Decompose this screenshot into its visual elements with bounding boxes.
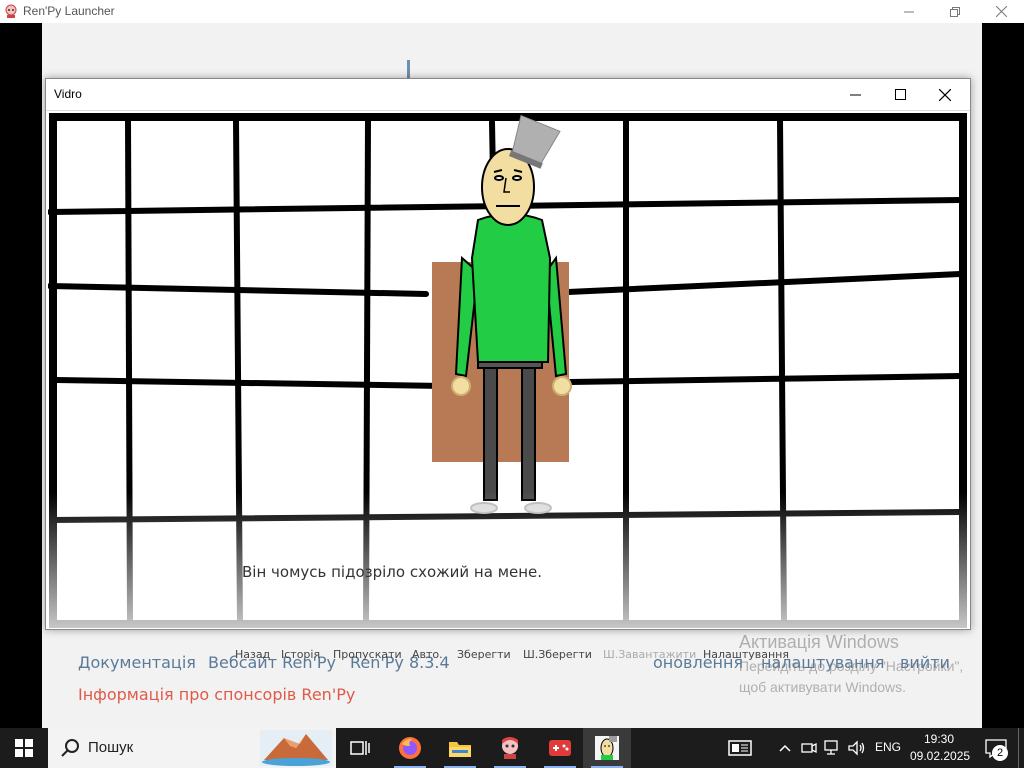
restore-icon xyxy=(950,6,960,17)
network-icon xyxy=(824,740,838,755)
game-minimize-button[interactable] xyxy=(832,79,878,110)
clock[interactable]: 19:30 09.02.2025 xyxy=(905,728,971,768)
speaker-icon xyxy=(848,740,865,756)
search-label: Пошук xyxy=(88,739,134,756)
quick-menu-quick-load: Ш.Завантажити xyxy=(603,648,697,661)
renpy-taskbar-button[interactable] xyxy=(486,728,534,768)
close-icon xyxy=(939,88,951,101)
right-black-bar xyxy=(982,23,1024,728)
notifications-button[interactable]: 2 xyxy=(978,728,1014,768)
launcher-titlebar: Ren'Py Launcher xyxy=(0,0,1024,23)
game-close-button[interactable] xyxy=(922,79,968,110)
left-black-bar xyxy=(0,23,42,728)
taskbar: Пошук ENG 19:30 09.02.2025 2 xyxy=(0,728,1024,768)
game-window-title: Vidro xyxy=(54,87,82,101)
documentation-link[interactable]: Документація xyxy=(78,653,196,672)
quick-menu-history[interactable]: Історія xyxy=(281,648,320,661)
quick-menu-back[interactable]: Назад xyxy=(235,648,270,661)
minimize-icon xyxy=(904,11,914,12)
clock-date: 09.02.2025 xyxy=(910,749,971,763)
quick-menu-preferences[interactable]: Налаштування xyxy=(703,648,789,661)
quick-menu-quick-save[interactable]: Ш.Зберегти xyxy=(523,648,592,661)
game-window: Vidro Він чомусь підозріло схожий на мен… xyxy=(45,78,971,661)
windows-logo-icon xyxy=(15,739,33,757)
network-button[interactable] xyxy=(822,728,844,768)
game-titlebar[interactable]: Vidro xyxy=(46,79,970,111)
language-indicator[interactable]: ENG xyxy=(875,740,901,754)
file-explorer-taskbar-button[interactable] xyxy=(436,728,484,768)
taskbar-search[interactable]: Пошук xyxy=(48,728,336,768)
vidro-taskbar-button[interactable] xyxy=(583,728,631,768)
game-maximize-button[interactable] xyxy=(877,79,923,110)
quick-menu-save[interactable]: Зберегти xyxy=(457,648,511,661)
notification-badge: 2 xyxy=(992,745,1008,761)
windows-activation-line2: щоб активувати Windows. xyxy=(739,679,907,695)
dialogue-fade xyxy=(48,492,968,628)
task-view-icon xyxy=(350,741,370,755)
launcher-minimize-button[interactable] xyxy=(886,0,932,23)
camera-icon xyxy=(801,742,817,754)
search-highlight-image xyxy=(260,730,332,766)
news-icon xyxy=(728,740,752,756)
gamepad-icon xyxy=(549,740,571,756)
minimize-icon xyxy=(849,94,861,96)
launcher-close-button[interactable] xyxy=(978,0,1024,23)
game-scene[interactable]: Він чомусь підозріло схожий на мене. Наз… xyxy=(47,112,968,661)
renpy-icon xyxy=(502,737,518,759)
folder-icon xyxy=(449,742,471,757)
meet-now-button[interactable] xyxy=(798,728,820,768)
launcher-restore-button[interactable] xyxy=(932,0,978,23)
tray-overflow-button[interactable] xyxy=(774,728,796,768)
chevron-up-icon xyxy=(779,744,791,752)
volume-button[interactable] xyxy=(846,728,868,768)
launcher-accent-bar xyxy=(407,60,410,80)
start-button[interactable] xyxy=(0,728,48,768)
launcher-title: Ren'Py Launcher xyxy=(23,4,115,18)
vidro-game-icon xyxy=(595,736,619,760)
quick-menu-skip[interactable]: Пропускати xyxy=(333,648,402,661)
clock-time: 19:30 xyxy=(924,732,955,746)
close-icon xyxy=(995,6,1007,17)
renpy-app-icon xyxy=(5,4,17,18)
firefox-taskbar-button[interactable] xyxy=(386,728,434,768)
dialogue-text: Він чомусь підозріло схожий на мене. xyxy=(242,563,543,581)
widgets-button[interactable] xyxy=(718,728,762,768)
quick-menu-auto[interactable]: Авто. xyxy=(412,648,443,661)
task-view-button[interactable] xyxy=(336,728,384,768)
sponsors-link[interactable]: Інформація про спонсорів Ren'Py xyxy=(78,685,355,704)
show-desktop-button[interactable] xyxy=(1018,728,1024,768)
firefox-icon xyxy=(399,737,421,759)
scene-drawing xyxy=(47,113,968,628)
windows-activation-text: Перейдіть до розділу "Настройки", щоб ак… xyxy=(739,656,963,698)
search-icon xyxy=(61,739,79,757)
maximize-icon xyxy=(894,89,906,100)
game-app-taskbar-button[interactable] xyxy=(536,728,584,768)
